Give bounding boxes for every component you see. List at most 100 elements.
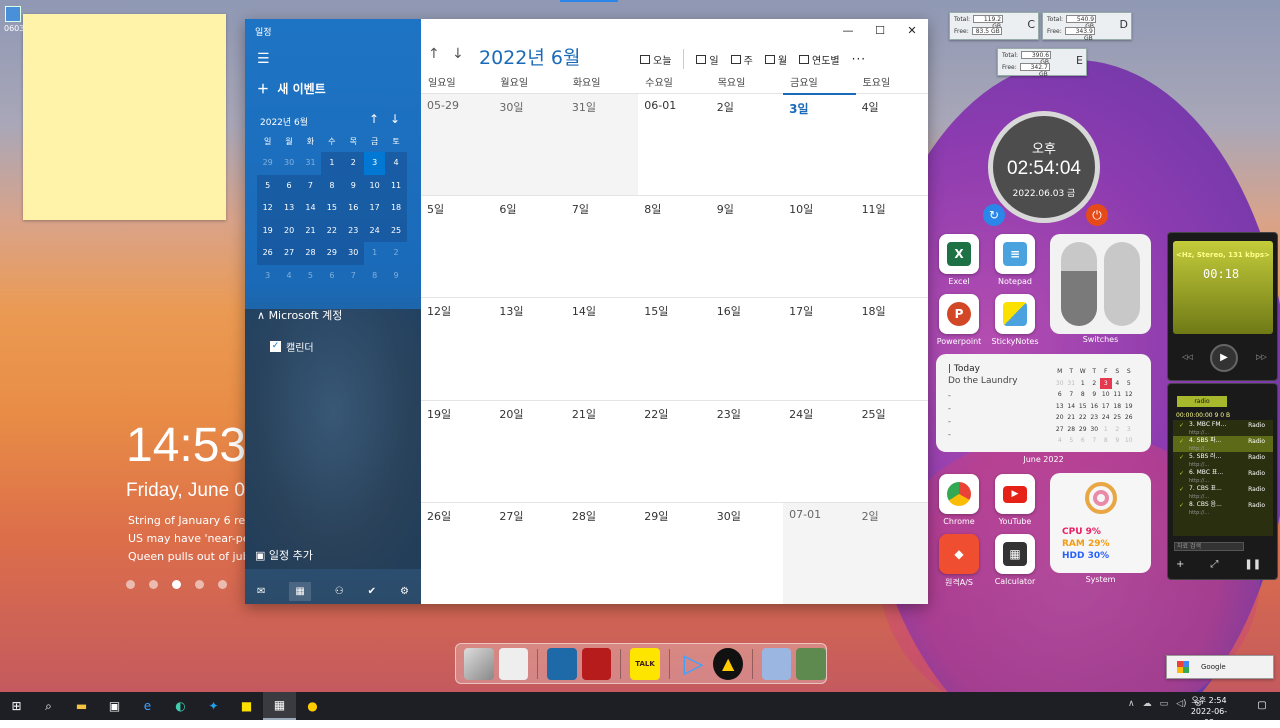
mini-day[interactable]: 28 <box>299 242 322 265</box>
day-cell[interactable]: 22 <box>1077 412 1089 424</box>
previous-track-icon[interactable]: ◁◁ <box>1182 353 1193 361</box>
mini-day[interactable]: 11 <box>385 174 407 197</box>
drive-widget[interactable]: Total: 540.9 GB Free: 343.9 GB D <box>1042 12 1132 42</box>
day-cell[interactable]: 13일 <box>493 297 566 399</box>
day-cell[interactable]: 25일 <box>855 399 928 502</box>
mini-day[interactable]: 3 <box>257 265 278 288</box>
day-cell[interactable]: 16 <box>1089 401 1101 413</box>
mini-day[interactable]: 7 <box>343 265 364 288</box>
day-cell[interactable]: 28일 <box>565 501 639 604</box>
account-section-toggle[interactable]: ∧ Microsoft 계정 <box>257 307 342 323</box>
network-icon[interactable] <box>761 647 792 680</box>
mini-day[interactable]: 30 <box>342 242 364 265</box>
day-cell[interactable]: 8 <box>1077 389 1089 401</box>
lockscreen-news[interactable]: Queen pulls out of jubile <box>128 550 262 563</box>
power-icon[interactable]: ⏻ <box>1086 204 1108 226</box>
day-cell[interactable]: 6 <box>1077 435 1089 447</box>
mini-day[interactable]: 4 <box>385 152 407 175</box>
day-cell[interactable]: 30일 <box>493 93 566 196</box>
notification-icon[interactable]: ▢ <box>1250 692 1274 720</box>
mini-calendar-title[interactable]: 2022년 6월 <box>260 115 308 128</box>
system-widget[interactable]: CPU 9% RAM 29% HDD 30% <box>1050 473 1151 573</box>
brightness-slider[interactable] <box>1104 242 1140 326</box>
mini-day[interactable]: 3 <box>363 152 386 175</box>
mini-day[interactable]: 29 <box>257 152 278 175</box>
next-month-icon[interactable]: ↓ <box>452 46 464 62</box>
day-cell[interactable]: 31 <box>1066 378 1078 390</box>
radio-item[interactable]: 8. CBS 음...http://...Radio <box>1173 500 1273 516</box>
people-icon[interactable]: ⚇ <box>335 586 344 597</box>
day-cell[interactable]: 18일 <box>855 297 928 399</box>
day-cell[interactable]: 6일 <box>493 195 566 297</box>
mini-day[interactable]: 21 <box>299 219 322 242</box>
app-youtube[interactable]: ▶ YouTube <box>985 474 1045 526</box>
day-cell[interactable]: 21일 <box>565 399 639 502</box>
mini-day[interactable]: 31 <box>300 152 321 175</box>
mini-day[interactable]: 1 <box>364 242 385 265</box>
day-cell[interactable]: 28 <box>1066 424 1078 436</box>
maximize-icon[interactable]: ☐ <box>864 19 896 43</box>
day-cell[interactable]: 24일 <box>783 399 856 502</box>
app-excel[interactable]: X Excel <box>929 234 989 286</box>
day-cell[interactable]: 14 <box>1066 401 1078 413</box>
volume-icon[interactable]: ◁) <box>1176 699 1186 709</box>
lockscreen-pager[interactable] <box>126 580 227 589</box>
mail-icon[interactable]: ✉ <box>257 586 265 597</box>
file-explorer-icon[interactable]: ▬ <box>65 692 98 720</box>
mini-day[interactable]: 22 <box>321 219 343 242</box>
kakaotalk-icon[interactable]: TALK <box>630 647 660 680</box>
arrow-up-icon[interactable]: ↑ <box>369 112 379 126</box>
cloud-icon[interactable]: ☁ <box>1143 699 1152 709</box>
day-cell[interactable]: 2 <box>1089 378 1101 390</box>
day-cell[interactable]: 20일 <box>493 399 566 502</box>
settings-gear-icon[interactable]: ⚙ <box>400 586 409 597</box>
day-cell[interactable]: 8일 <box>638 195 711 297</box>
day-cell[interactable]: 30 <box>1089 424 1101 436</box>
mini-day[interactable]: 23 <box>342 219 364 242</box>
volume-slider[interactable] <box>1061 242 1097 326</box>
lockscreen-news[interactable]: String of January 6 revel <box>128 514 262 527</box>
day-cell[interactable]: 05-29 <box>421 93 494 196</box>
calendar-icon[interactable]: ▦ <box>289 582 311 601</box>
app-icon[interactable] <box>581 647 612 680</box>
mini-day[interactable]: 1 <box>321 152 343 175</box>
radio-item[interactable]: 4. SBS 파...http://...Radio <box>1173 436 1273 452</box>
store-icon[interactable]: ▣ <box>98 692 131 720</box>
day-cell[interactable]: 13 <box>1054 401 1066 413</box>
day-cell[interactable]: 30일 <box>710 501 784 604</box>
media-player-taskbar-icon[interactable]: ● <box>296 692 329 720</box>
day-cell[interactable]: 1 <box>1100 424 1112 436</box>
refresh-icon[interactable]: ↻ <box>983 204 1005 226</box>
day-cell[interactable]: 3 <box>1100 377 1112 389</box>
mini-day[interactable]: 26 <box>257 242 279 265</box>
day-cell[interactable]: 29일 <box>638 501 711 604</box>
day-cell[interactable]: 10일 <box>783 195 856 297</box>
arrow-down-icon[interactable]: ↓ <box>390 112 400 126</box>
mini-day[interactable]: 9 <box>385 265 406 288</box>
mini-day[interactable]: 7 <box>299 174 322 197</box>
day-cell[interactable]: 2 <box>1112 424 1124 436</box>
radio-item[interactable]: 3. MBC FM...http://...Radio <box>1173 420 1273 436</box>
week-view-button[interactable]: 주 <box>730 52 753 67</box>
year-view-button[interactable]: 연도별 <box>799 52 840 67</box>
day-cell[interactable]: 23일 <box>710 399 784 502</box>
today-button[interactable]: 오늘 <box>640 52 671 67</box>
day-cell[interactable]: 21 <box>1066 412 1078 424</box>
calendar-checkbox[interactable]: ✓ 캘린더 <box>270 339 314 354</box>
app-notepad[interactable]: ≡ Notepad <box>985 234 1045 286</box>
month-view-button[interactable]: 월 <box>764 52 787 67</box>
day-cell[interactable]: 4 <box>1054 435 1066 447</box>
app-stickynotes[interactable]: StickyNotes <box>985 294 1045 346</box>
sticky-notes-icon[interactable]: ■ <box>230 692 263 720</box>
minimize-icon[interactable]: — <box>832 19 864 43</box>
mini-day[interactable]: 24 <box>363 219 386 242</box>
day-cell[interactable]: 27일 <box>493 501 566 604</box>
mini-day[interactable]: 19 <box>257 219 279 242</box>
network-icon[interactable]: ▭ <box>1160 699 1169 709</box>
mini-day[interactable]: 4 <box>278 265 299 288</box>
new-event-button[interactable]: ＋ 새 이벤트 <box>257 80 326 97</box>
mini-day[interactable]: 20 <box>278 219 300 242</box>
day-cell[interactable]: 9 <box>1112 435 1124 447</box>
day-cell[interactable]: 6 <box>1054 389 1066 401</box>
search-icon[interactable]: ⌕ <box>32 692 65 720</box>
